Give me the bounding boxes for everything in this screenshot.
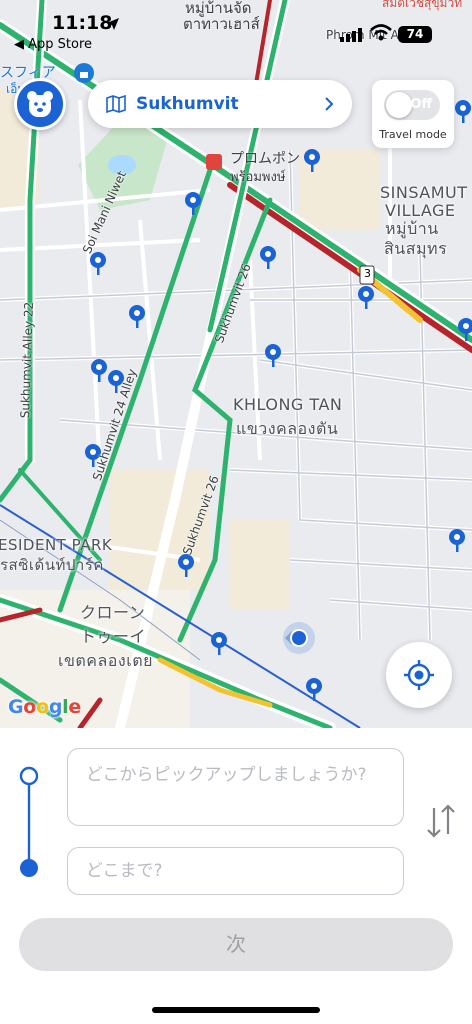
map-label: เขตคลองเตย [58, 651, 153, 670]
map-label: プロムポン [230, 151, 300, 167]
pickup-input[interactable]: どこからピックアップしましょうか? [67, 748, 404, 826]
map-pin[interactable] [129, 305, 145, 328]
dropoff-input[interactable]: どこまで? [67, 847, 404, 895]
toggle-knob [386, 92, 412, 118]
map-pin[interactable] [455, 100, 471, 123]
map-pin[interactable] [306, 678, 322, 701]
travel-mode-panel: Off Travel mode [372, 80, 454, 148]
back-to-app-store[interactable]: ◀ App Store [14, 37, 92, 52]
map-pin[interactable] [358, 286, 374, 309]
crosshair-icon [404, 660, 434, 690]
booking-sheet: どこからピックアップしましょうか? どこまで? 次 [0, 728, 472, 1024]
bear-avatar-icon [27, 91, 53, 117]
current-location-dot [283, 622, 315, 654]
google-attribution: Google [8, 696, 81, 718]
map-label: KHLONG TAN [233, 395, 343, 414]
chevron-right-icon [325, 97, 334, 111]
map-label: รสซิเด้นท์ปาร์ค [0, 556, 104, 574]
app-screen: หมู่บ้านจัด ตาทาวเฮาส์ สมิติเวชสุขุมวิท … [0, 0, 472, 1024]
status-time: 11:18 [52, 12, 113, 34]
map-pin[interactable] [211, 632, 227, 655]
area-name: Sukhumvit [136, 94, 239, 114]
travel-mode-label: Travel mode [379, 128, 447, 141]
profile-button[interactable] [14, 78, 66, 130]
map-label: แขวงคลองตัน [236, 419, 339, 438]
map-label: หมู่บ้าน [385, 219, 439, 238]
map-pin[interactable] [260, 246, 276, 269]
home-indicator [152, 1007, 320, 1013]
recenter-location-button[interactable] [386, 642, 452, 708]
location-arrow-icon [107, 18, 119, 30]
map-icon [106, 95, 126, 113]
status-bar: 11:18 ◀ App Store 74 [0, 0, 472, 56]
map-label: トゥーイ [80, 627, 147, 646]
route-connector-icon [19, 766, 39, 877]
travel-mode-toggle[interactable]: Off [384, 90, 440, 120]
map-label: พร้อมพงษ์ [230, 170, 286, 185]
swap-icon[interactable] [424, 802, 458, 840]
battery-indicator: 74 [398, 26, 432, 43]
cellular-signal-icon [340, 28, 362, 42]
next-button[interactable]: 次 [19, 918, 453, 971]
wifi-icon [370, 24, 392, 41]
map-label: クローン [80, 603, 146, 622]
map-pin[interactable] [449, 529, 465, 552]
map-label: ESIDENT PARK [0, 536, 113, 554]
map-label: สินสมุทร [384, 239, 448, 258]
route-shield: 3 [364, 267, 371, 280]
toggle-state: Off [410, 97, 432, 112]
area-selector[interactable]: Sukhumvit [88, 80, 352, 128]
